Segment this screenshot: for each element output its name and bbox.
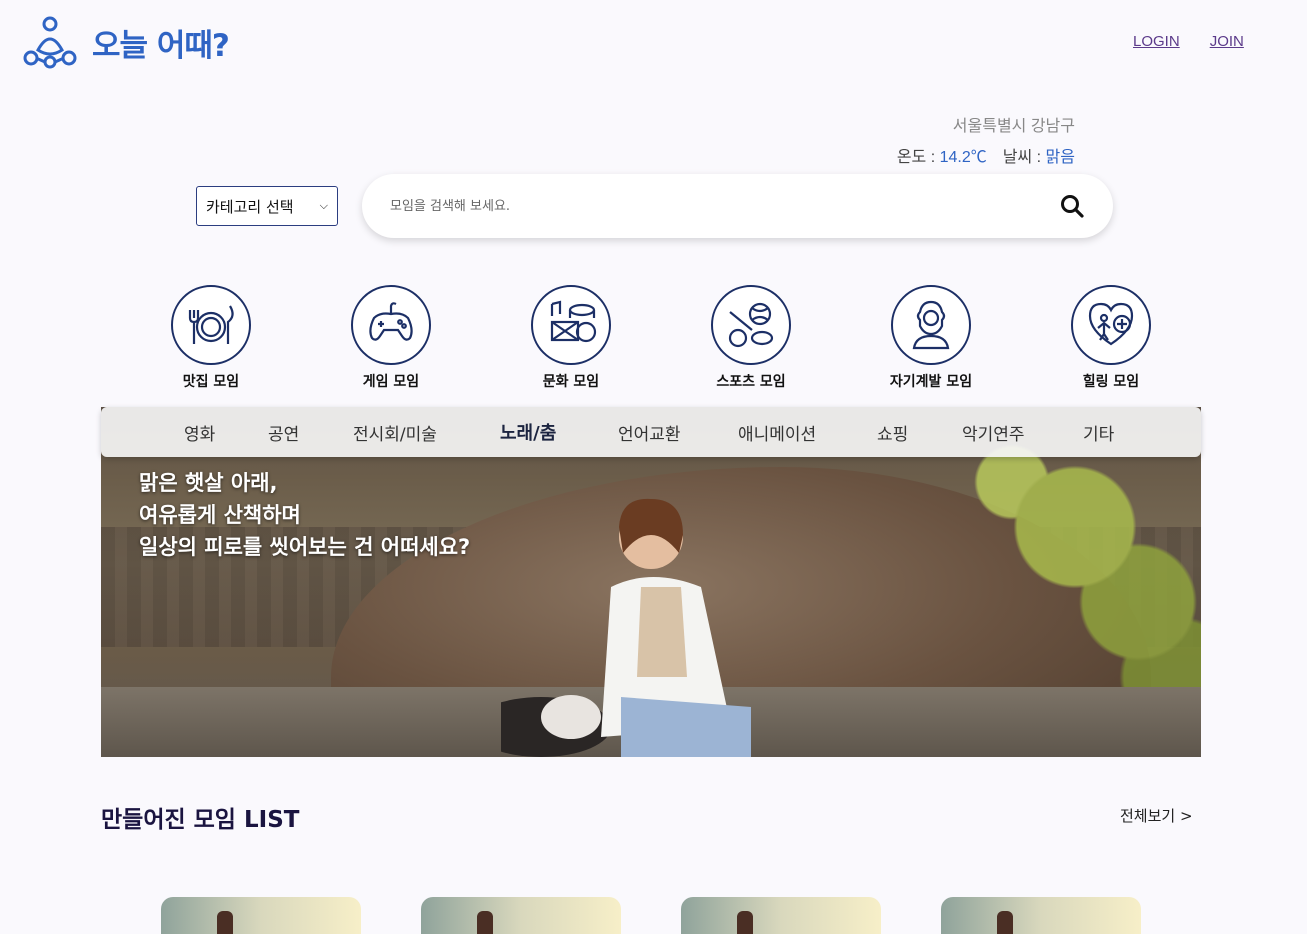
subnav-item-exhibition[interactable]: 전시회/미술 — [353, 420, 437, 445]
search-input[interactable] — [390, 198, 1059, 214]
category-dining[interactable]: 맛집 모임 — [121, 285, 301, 391]
meeting-card[interactable] — [421, 897, 621, 934]
logo[interactable]: 오늘 어때? — [22, 14, 230, 70]
hero-banner: 맑은 햇살 아래, 여유롭게 산책하며 일상의 피로를 씻어보는 건 어떠세요? — [101, 407, 1201, 757]
category-label: 문화 모임 — [542, 374, 600, 390]
subnav-item-performance[interactable]: 공연 — [268, 420, 299, 445]
subnav-item-movie[interactable]: 영화 — [184, 420, 215, 445]
healing-icon — [1088, 302, 1134, 346]
search-bar — [362, 174, 1113, 238]
category-healing[interactable]: 힐링 모임 — [1021, 285, 1201, 391]
hero-caption: 맑은 햇살 아래, 여유롭게 산책하며 일상의 피로를 씻어보는 건 어떠세요? — [139, 467, 470, 563]
subnav-item-instrument[interactable]: 악기연주 — [962, 420, 1025, 445]
sports-icon — [728, 302, 774, 348]
subnav-item-animation[interactable]: 애니메이션 — [738, 420, 816, 445]
weather-widget: 서울특별시 강남구 온도 : 14.2℃ 날씨 : 맑음 — [897, 112, 1075, 167]
auth-links: LOGIN JOIN — [1133, 33, 1244, 50]
join-link[interactable]: JOIN — [1210, 33, 1244, 50]
temp-label: 온도 : — [896, 149, 940, 166]
gamepad-icon — [369, 302, 413, 341]
category-label: 맛집 모임 — [182, 374, 240, 390]
category-list: 맛집 모임 게임 모임 문화 모임 스포츠 모임 자기계발 모임 힐링 모임 — [121, 285, 1201, 391]
weather-row: 온도 : 14.2℃ 날씨 : 맑음 — [897, 143, 1075, 167]
logo-text: 오늘 어때? — [92, 27, 230, 64]
hero-caption-line: 일상의 피로를 씻어보는 건 어떠세요? — [139, 535, 471, 559]
hero-caption-line: 여유롭게 산책하며 — [139, 503, 301, 527]
logo-icon — [23, 16, 77, 69]
category-select[interactable]: 카테고리 선택 ⌵ — [196, 186, 338, 226]
hero-photo-person — [501, 498, 751, 757]
meeting-card[interactable] — [681, 897, 881, 934]
weather-location: 서울특별시 강남구 — [952, 118, 1075, 135]
meeting-card[interactable] — [161, 897, 361, 934]
category-sports[interactable]: 스포츠 모임 — [661, 285, 841, 391]
category-culture[interactable]: 문화 모임 — [481, 285, 661, 391]
subnav-item-shopping[interactable]: 쇼핑 — [877, 420, 908, 445]
search-icon[interactable] — [1059, 193, 1085, 219]
category-game[interactable]: 게임 모임 — [301, 285, 481, 391]
subnav-item-etc[interactable]: 기타 — [1083, 420, 1114, 445]
login-link[interactable]: LOGIN — [1133, 33, 1180, 50]
hero-caption-line: 맑은 햇살 아래, — [139, 471, 278, 495]
view-all-link[interactable]: 전체보기 > — [1120, 805, 1193, 826]
subnav-item-language[interactable]: 언어교환 — [618, 420, 681, 445]
category-select-value: 카테고리 선택 — [206, 197, 294, 216]
chevron-down-icon: ⌵ — [319, 199, 328, 212]
subnav-item-song-dance[interactable]: 노래/춤 — [500, 419, 556, 445]
category-label: 힐링 모임 — [1082, 374, 1140, 390]
category-label: 게임 모임 — [362, 374, 420, 390]
culture-icon — [550, 300, 597, 343]
self-development-icon — [912, 300, 950, 350]
category-self-development[interactable]: 자기계발 모임 — [841, 285, 1021, 391]
section-title: 만들어진 모임 LIST — [101, 807, 300, 833]
category-label: 자기계발 모임 — [889, 374, 973, 390]
dining-icon — [188, 305, 234, 344]
weather-label: 날씨 : — [1002, 149, 1046, 166]
temp-value: 14.2℃ — [939, 149, 987, 166]
weather-value: 맑음 — [1045, 149, 1075, 166]
subcategory-nav: 영화 공연 전시회/미술 노래/춤 언어교환 애니메이션 쇼핑 악기연주 기타 — [101, 407, 1201, 457]
meeting-card[interactable] — [941, 897, 1141, 934]
category-label: 스포츠 모임 — [716, 374, 786, 390]
